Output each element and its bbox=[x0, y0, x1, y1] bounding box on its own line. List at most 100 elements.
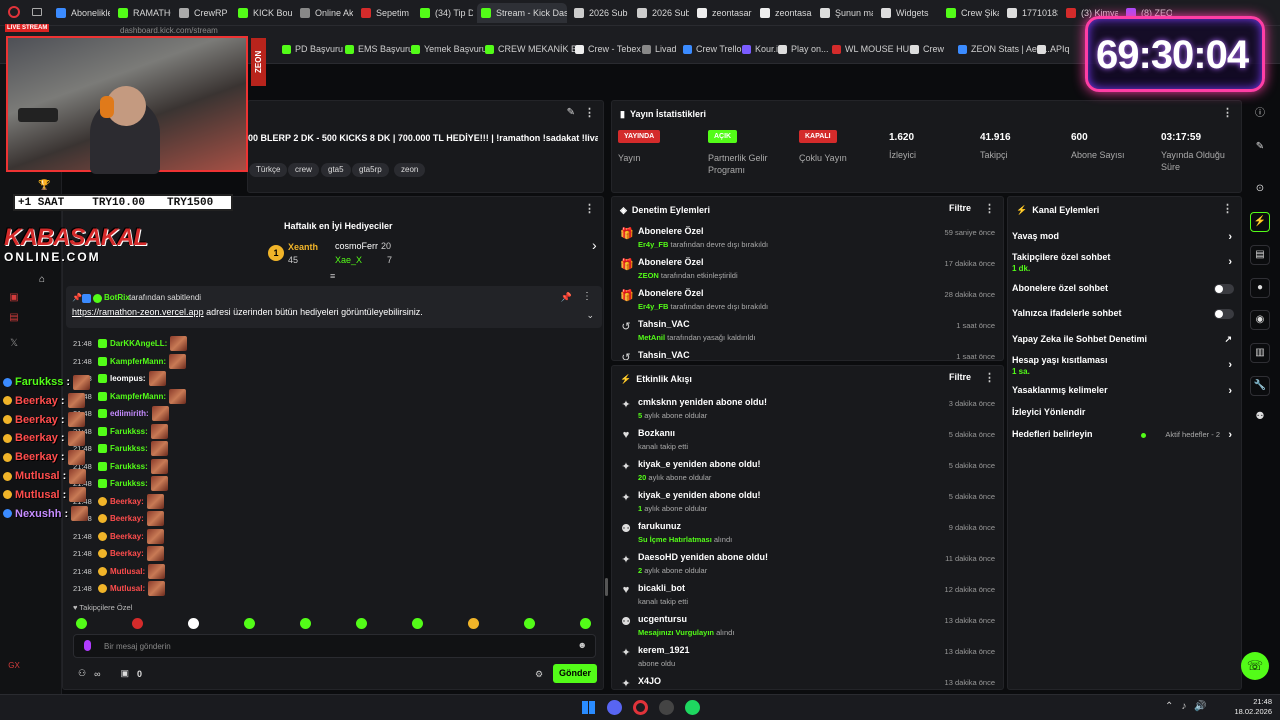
chat-username[interactable]: Beerkay: bbox=[110, 549, 144, 558]
activity-menu-icon[interactable]: ⋮ bbox=[984, 372, 995, 384]
activity-row[interactable]: ✦ X4JO 13 dakika önce bbox=[620, 672, 1000, 689]
calendar-icon[interactable]: ▤ bbox=[8, 312, 20, 324]
collapse-icon[interactable]: GX bbox=[8, 660, 20, 672]
bolt-icon[interactable]: ⚡ bbox=[1250, 212, 1270, 232]
stream-tag[interactable]: Türkçe bbox=[249, 163, 288, 177]
chat-username[interactable]: Mutlusal: bbox=[110, 567, 145, 576]
moderation-row[interactable]: 🎁 Abonelere Özel ZEON tarafından etkinleşt… bbox=[620, 253, 1000, 284]
quick-emote-icon[interactable] bbox=[132, 618, 143, 629]
chat-username[interactable]: Farukkss: bbox=[110, 427, 148, 436]
support-icon[interactable]: ☏ bbox=[1241, 652, 1269, 680]
browser-tab[interactable]: KICK Boun bbox=[234, 3, 292, 23]
chat-username[interactable]: Mutlusal: bbox=[110, 584, 145, 593]
stream-tag[interactable]: gta5rp bbox=[352, 163, 389, 177]
home-icon[interactable]: ⌂ bbox=[36, 274, 48, 286]
stream-info-menu-icon[interactable]: ⋮ bbox=[584, 107, 595, 119]
spotify-icon[interactable] bbox=[685, 700, 700, 715]
moderation-row[interactable]: ↺ Tahsin_VAC MetAnil tarafından yasağı kal… bbox=[620, 315, 1000, 346]
gifters-next-icon[interactable]: › bbox=[592, 237, 597, 253]
browser-tab[interactable]: 2026 Sub bbox=[633, 3, 689, 23]
browser-tab[interactable]: 2026 Sub bbox=[570, 3, 630, 23]
bookmark-item[interactable]: Livad bbox=[642, 44, 677, 54]
activity-filter-button[interactable]: Filtre bbox=[949, 372, 971, 382]
chat-message[interactable]: 21:48Farukkss: bbox=[73, 458, 168, 475]
browser-tab[interactable]: Online Akış bbox=[296, 3, 353, 23]
browser-tab[interactable]: CrewRP C bbox=[175, 3, 230, 23]
pinned-menu-icon[interactable]: ⋮ bbox=[582, 291, 592, 302]
stream-tag[interactable]: gta5 bbox=[321, 163, 351, 177]
chat-username[interactable]: Beerkay: bbox=[110, 497, 144, 506]
pinned-by[interactable]: BotRix bbox=[104, 293, 130, 302]
activity-row[interactable]: ✦ cmksknn yeniden abone oldu! 5 aylık abon… bbox=[620, 393, 1000, 424]
chat-bubble-icon[interactable]: ● bbox=[1250, 278, 1270, 298]
chat-message[interactable]: 21:48ediimirith: bbox=[73, 405, 169, 422]
bookmark-item[interactable]: Play on... bbox=[778, 44, 829, 54]
stream-tag[interactable]: crew bbox=[288, 163, 319, 177]
bookmark-item[interactable]: WL MOUSE HUB bbox=[832, 44, 915, 54]
activity-row[interactable]: ♥ bicakli_bot kanalı takip etti 12 dakika ö… bbox=[620, 579, 1000, 610]
channel-menu-icon[interactable]: ⋮ bbox=[1222, 203, 1233, 215]
chat-menu-icon[interactable]: ⋮ bbox=[584, 203, 595, 215]
browser-tab[interactable]: Sepetim bbox=[357, 3, 412, 23]
channel-action[interactable]: Takipçilere özel sohbet 1 dk. › bbox=[1012, 252, 1234, 273]
quick-emote-icon[interactable] bbox=[412, 618, 423, 629]
moderation-row[interactable]: 🎁 Abonelere Özel Er4y_FB tarafından devre … bbox=[620, 222, 1000, 253]
trophy-icon[interactable]: 🏆 bbox=[38, 180, 50, 192]
quick-emote-icon[interactable] bbox=[76, 618, 87, 629]
browser-tab[interactable]: 17710183 bbox=[1003, 3, 1058, 23]
chevron-right-icon[interactable]: › bbox=[1228, 256, 1232, 268]
gifter-second[interactable]: cosmoFerr 20 bbox=[323, 241, 413, 253]
pencil-icon[interactable]: ✎ bbox=[1250, 138, 1270, 158]
activity-row[interactable]: ⚉ farukunuz Su İçme Hatırlatması alındı 9 d… bbox=[620, 517, 1000, 548]
browser-tab[interactable]: Abonelikler bbox=[52, 3, 110, 23]
chevron-right-icon[interactable]: › bbox=[1228, 385, 1232, 397]
chat-message[interactable]: 21:48 Beerkay: bbox=[73, 528, 164, 545]
quick-emote-icon[interactable] bbox=[580, 618, 591, 629]
chevron-right-icon[interactable]: › bbox=[1228, 359, 1232, 371]
bookmark-item[interactable]: PD Başvuru bbox=[282, 44, 343, 54]
opera-icon[interactable] bbox=[633, 700, 648, 715]
moderation-user[interactable]: Er4y_FB bbox=[638, 240, 668, 249]
moderation-filter-button[interactable]: Filtre bbox=[949, 203, 971, 213]
discord-icon[interactable] bbox=[607, 700, 622, 715]
chat-settings-icon[interactable]: ⚙ bbox=[535, 669, 543, 680]
bookmark-item[interactable]: EMS Başvuru bbox=[345, 44, 413, 54]
target-icon[interactable]: ⊙ bbox=[1250, 180, 1270, 200]
chat-icon[interactable]: ▣ bbox=[8, 292, 20, 304]
stream-tag[interactable]: zeon bbox=[394, 163, 426, 177]
bookmark-item[interactable]: APIq bbox=[1037, 44, 1070, 54]
channel-action[interactable]: Abonelere özel sohbet bbox=[1012, 283, 1234, 294]
mic-icon[interactable] bbox=[84, 640, 91, 651]
chat-username[interactable]: KampferMann: bbox=[110, 357, 166, 366]
wrench-icon[interactable]: 🔧 bbox=[1250, 376, 1270, 396]
url-text[interactable]: dashboard.kick.com/stream bbox=[120, 26, 218, 35]
bookmark-item[interactable]: Kour.io bbox=[742, 44, 783, 54]
browser-tab[interactable]: Widgets bbox=[877, 3, 938, 23]
clock[interactable]: 21:48 18.02.2026 bbox=[1232, 697, 1272, 717]
chat-username[interactable]: leompus: bbox=[110, 374, 146, 383]
browser-workspace-icon[interactable] bbox=[32, 8, 42, 16]
emoji-icon[interactable]: ☻ bbox=[578, 640, 587, 650]
browser-tab[interactable]: (34) Tip D bbox=[416, 3, 473, 23]
browser-tab[interactable]: zeontasari bbox=[693, 3, 752, 23]
gifter-first[interactable]: 1 Xeanth 45 bbox=[268, 241, 328, 267]
external-link-icon[interactable]: ↗ bbox=[1224, 334, 1232, 345]
browser-tab[interactable]: Stream - Kick Dash bbox=[477, 3, 567, 23]
reward-icon[interactable]: ⚉ bbox=[1250, 408, 1270, 428]
store-icon[interactable]: ▣ bbox=[121, 668, 130, 679]
browser-tab[interactable]: zeontasari bbox=[756, 3, 812, 23]
chat-input[interactable]: Bir mesaj gönderin ☻ bbox=[73, 634, 596, 658]
gifter-third[interactable]: Xae_X 7 bbox=[335, 255, 415, 267]
chat-message[interactable]: 21:48 Mutlusal: bbox=[73, 563, 166, 580]
x-logo-icon[interactable]: 𝕏 bbox=[8, 338, 20, 350]
toggle-switch[interactable] bbox=[1214, 309, 1234, 319]
activity-row[interactable]: ✦ kiyak_e yeniden abone oldu! 1 aylık abon… bbox=[620, 486, 1000, 517]
users-icon[interactable]: ⚇ bbox=[78, 668, 86, 679]
activity-row[interactable]: ✦ kiyak_e yeniden abone oldu! 20 aylık abo… bbox=[620, 455, 1000, 486]
activity-row[interactable]: ♥ Bozkanıı kanalı takip etti 5 dakika önce bbox=[620, 424, 1000, 455]
chevron-right-icon[interactable]: › bbox=[1228, 429, 1232, 441]
send-button[interactable]: Gönder bbox=[553, 664, 597, 683]
points-area[interactable]: ⚇ ∞ ▣ 0 bbox=[78, 668, 142, 679]
info-icon[interactable]: ⓘ bbox=[1250, 105, 1270, 125]
channel-action[interactable]: Hedefleri belirleyin › Aktif hedefler - 2 bbox=[1012, 429, 1234, 441]
